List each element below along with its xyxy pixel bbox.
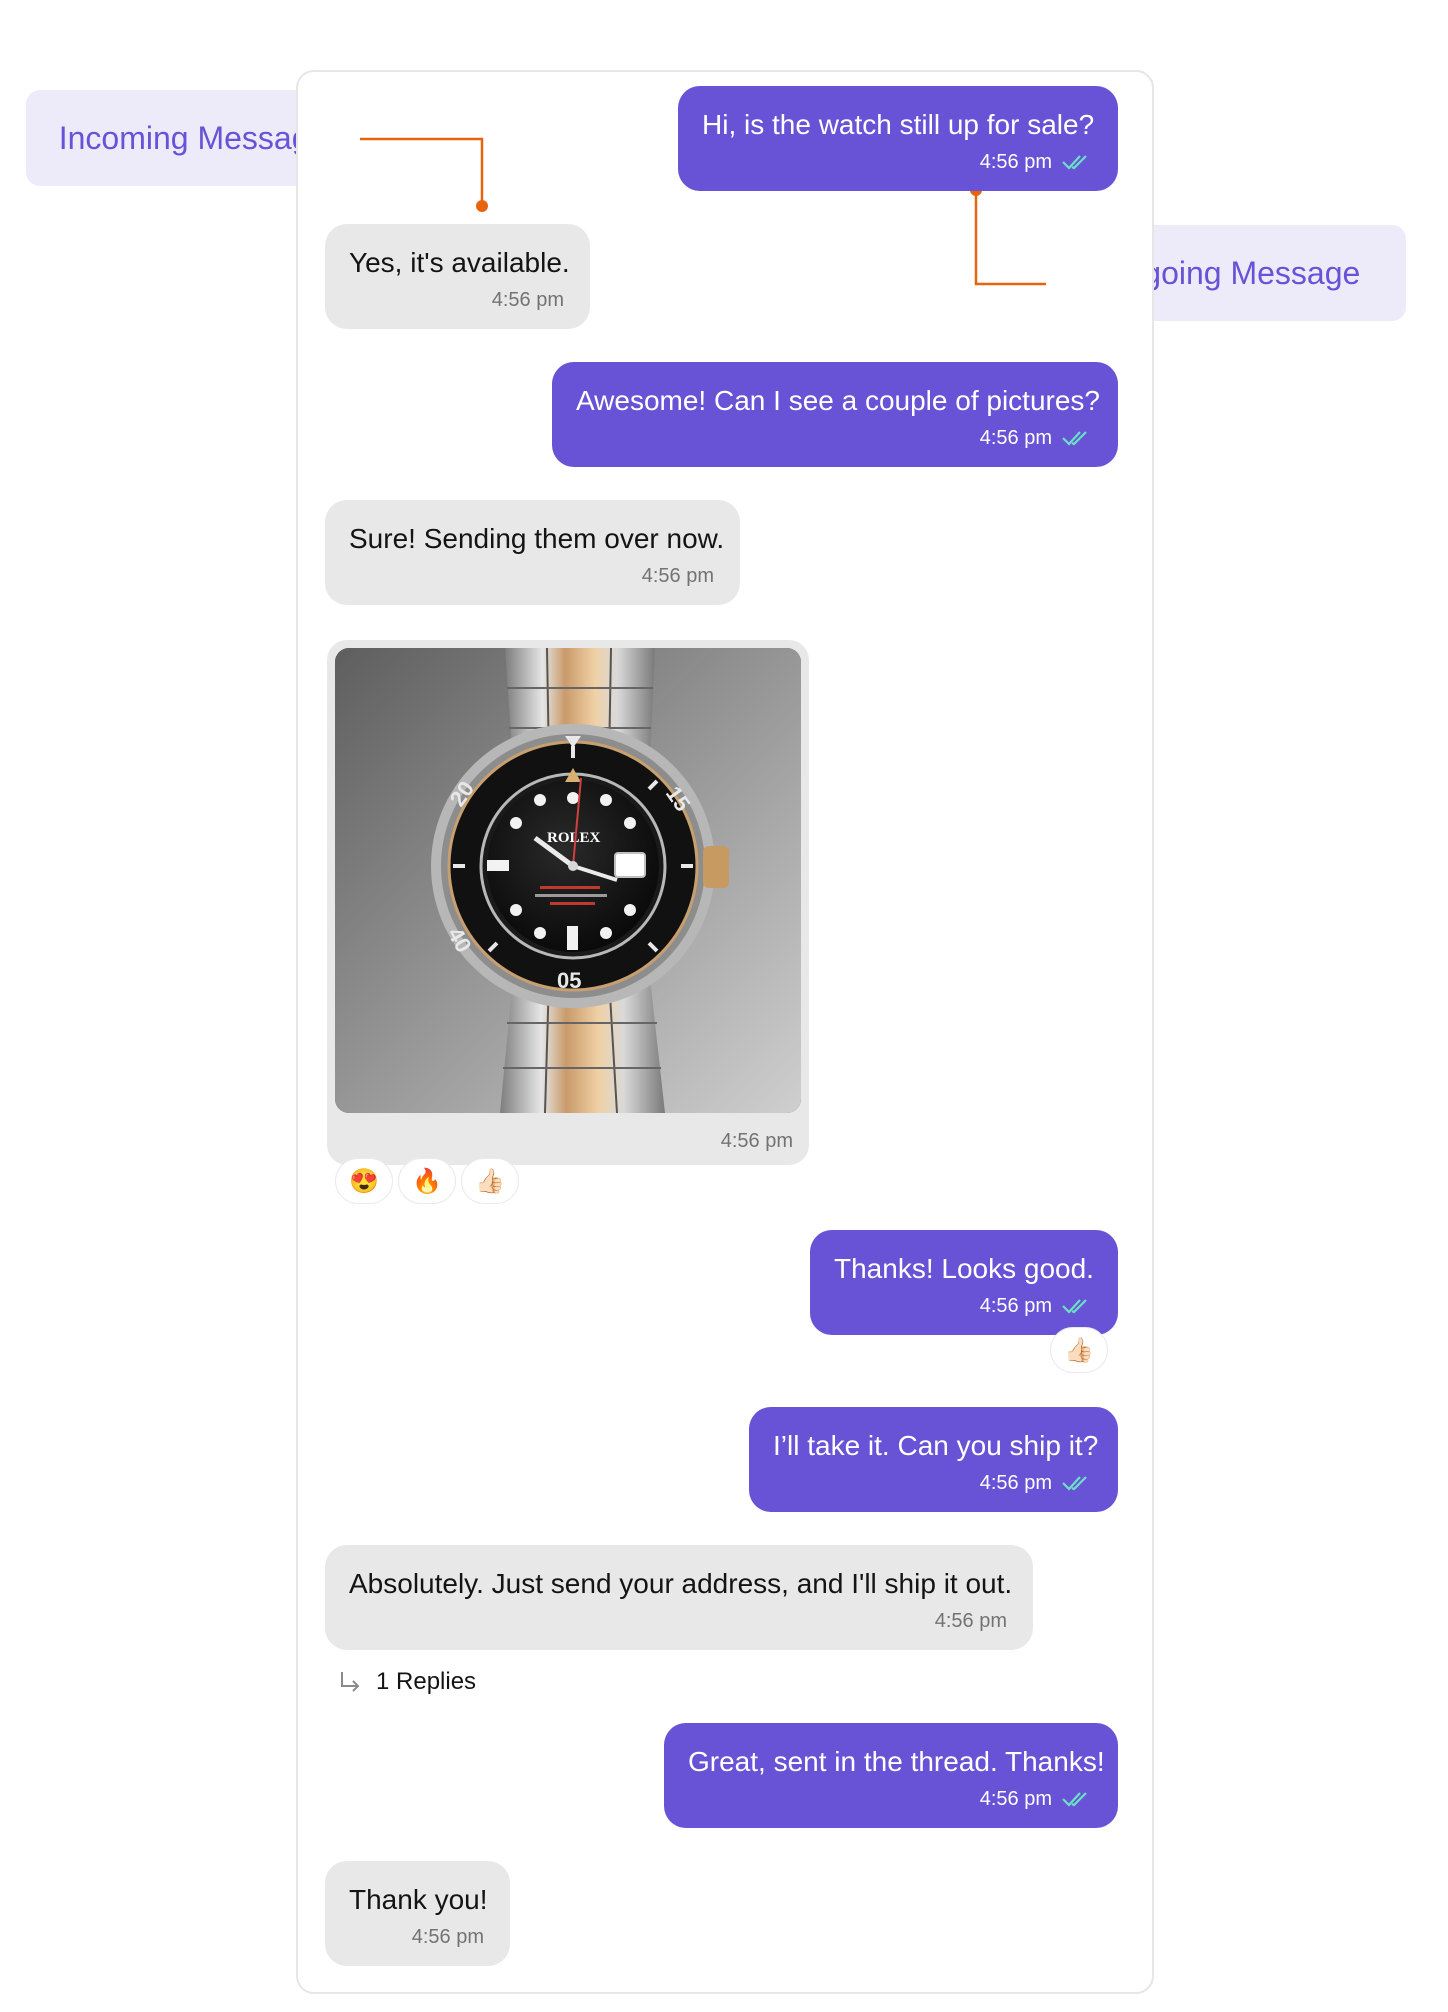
replies-count: 1 Replies <box>376 1668 477 1695</box>
outgoing-message-bubble[interactable]: Hi, is the watch still up for sale? 4:56… <box>678 86 1118 191</box>
message-time: 4:56 pm <box>979 1295 1052 1317</box>
message-time: 4:56 pm <box>934 1610 1007 1632</box>
read-receipt-icon <box>1062 431 1087 446</box>
reaction-heart-eyes[interactable]: 😍 <box>335 1158 393 1204</box>
incoming-message-bubble[interactable]: Sure! Sending them over now. 4:56 pm <box>325 500 740 605</box>
reaction-thumbs-up[interactable]: 👍🏻 <box>1050 1327 1108 1373</box>
message-time: 4:56 pm <box>979 1788 1052 1810</box>
message-time: 4:56 pm <box>979 427 1052 449</box>
incoming-message-bubble[interactable]: Thank you! 4:56 pm <box>325 1861 510 1966</box>
message-text: Absolutely. Just send your address, and … <box>349 1568 1013 1599</box>
message-time: 4:56 pm <box>491 289 564 311</box>
read-receipt-icon <box>1062 1476 1087 1491</box>
message-meta: 4:56 pm <box>721 1129 793 1153</box>
message-text: Great, sent in the thread. Thanks! <box>688 1746 1105 1777</box>
outgoing-message-bubble[interactable]: Thanks! Looks good. 4:56 pm <box>810 1230 1118 1335</box>
bezel-number: 05 <box>557 968 581 993</box>
message-time: 4:56 pm <box>720 1130 793 1152</box>
read-receipt-icon <box>1062 1792 1087 1807</box>
message-text: Thanks! Looks good. <box>834 1253 1094 1284</box>
message-time: 4:56 pm <box>979 1472 1052 1494</box>
message-meta: 4:56 pm <box>576 426 1092 450</box>
incoming-image-message[interactable]: 20 40 05 15 ROLEX 4:56 pm <box>327 640 809 1165</box>
message-meta: 4:56 pm <box>688 1787 1092 1811</box>
message-meta: 4:56 pm <box>349 1609 1007 1633</box>
message-text: Sure! Sending them over now. <box>349 523 725 554</box>
reaction-fire[interactable]: 🔥 <box>398 1158 456 1204</box>
read-receipt-icon <box>1062 155 1087 170</box>
message-meta: 4:56 pm <box>349 1925 484 1949</box>
message-text: Hi, is the watch still up for sale? <box>702 109 1095 140</box>
watch-illustration: 20 40 05 15 ROLEX <box>335 648 801 1113</box>
thread-replies-link[interactable]: 1 Replies <box>336 1668 476 1696</box>
message-meta: 4:56 pm <box>773 1471 1092 1495</box>
message-text: Yes, it's available. <box>349 247 570 278</box>
incoming-message-bubble[interactable]: Yes, it's available. 4:56 pm <box>325 224 590 329</box>
incoming-message-bubble[interactable]: Absolutely. Just send your address, and … <box>325 1545 1033 1650</box>
watch-brand: ROLEX <box>547 830 601 846</box>
message-meta: 4:56 pm <box>349 288 564 312</box>
message-meta: 4:56 pm <box>349 564 714 588</box>
message-text: I’ll take it. Can you ship it? <box>773 1430 1099 1461</box>
reaction-thumbs-up[interactable]: 👍🏻 <box>461 1158 519 1204</box>
outgoing-message-bubble[interactable]: Awesome! Can I see a couple of pictures?… <box>552 362 1118 467</box>
message-meta: 4:56 pm <box>702 150 1092 174</box>
message-text: Awesome! Can I see a couple of pictures? <box>576 385 1101 416</box>
message-text: Thank you! <box>349 1884 488 1915</box>
message-meta: 4:56 pm <box>834 1294 1092 1318</box>
watch-photo[interactable]: 20 40 05 15 ROLEX <box>335 648 801 1113</box>
read-receipt-icon <box>1062 1299 1087 1314</box>
message-time: 4:56 pm <box>411 1926 484 1948</box>
message-time: 4:56 pm <box>641 565 714 587</box>
outgoing-message-bubble[interactable]: Great, sent in the thread. Thanks! 4:56 … <box>664 1723 1118 1828</box>
message-time: 4:56 pm <box>979 151 1052 173</box>
outgoing-message-bubble[interactable]: I’ll take it. Can you ship it? 4:56 pm <box>749 1407 1118 1512</box>
reply-arrow-icon <box>341 1672 360 1692</box>
